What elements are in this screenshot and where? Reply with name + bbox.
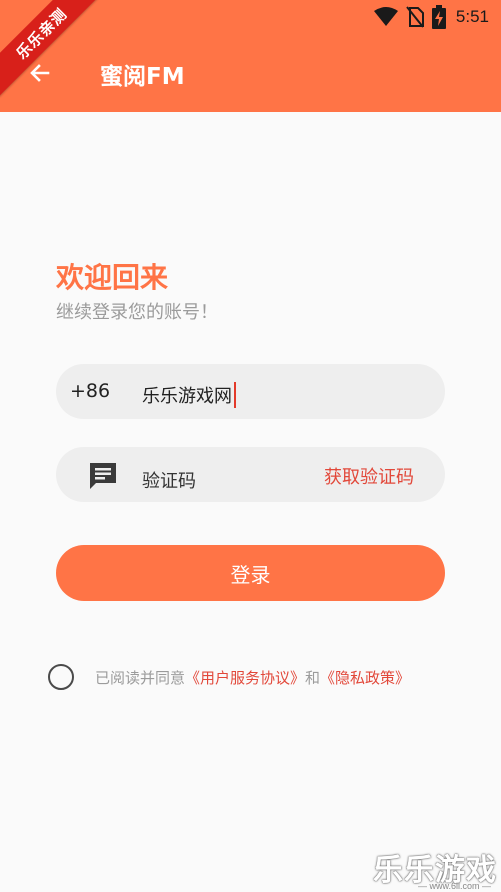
country-code[interactable]: +86 <box>70 380 110 402</box>
app-bar: 蜜阅FM <box>0 33 501 112</box>
wifi-icon <box>373 7 398 27</box>
text-cursor <box>234 382 236 408</box>
login-button[interactable]: 登录 <box>56 545 445 601</box>
get-code-button[interactable]: 获取验证码 <box>324 463 414 489</box>
no-sim-icon <box>406 6 424 28</box>
status-icons: 5:51 <box>373 4 489 30</box>
welcome-subtitle: 继续登录您的账号！ <box>56 302 218 323</box>
arrow-left-icon <box>30 64 50 82</box>
code-input[interactable]: 验证码 <box>142 467 196 493</box>
phone-input-value: 乐乐游戏网 <box>142 386 232 407</box>
status-clock: 5:51 <box>455 7 489 26</box>
welcome-title: 欢迎回来 <box>56 261 169 294</box>
battery-charging-icon <box>431 5 446 29</box>
agreement-and: 和 <box>305 668 321 687</box>
agreement-row: 已阅读并同意《用户服务协议》和《隐私政策》 <box>48 663 410 691</box>
message-icon <box>88 461 118 491</box>
phone-field[interactable]: +86 乐乐游戏网 <box>56 364 445 419</box>
agree-checkbox[interactable] <box>48 664 74 690</box>
phone-input[interactable]: 乐乐游戏网 <box>142 382 236 408</box>
code-field[interactable]: 验证码 获取验证码 <box>56 447 445 502</box>
agreement-text: 已阅读并同意《用户服务协议》和《隐私政策》 <box>95 667 410 688</box>
privacy-policy-link[interactable]: 《隐私政策》 <box>320 669 410 687</box>
user-agreement-link[interactable]: 《用户服务协议》 <box>185 669 305 687</box>
watermark: 乐乐游戏 — www.6ll.com — <box>373 845 497 891</box>
agreement-prefix: 已阅读并同意 <box>95 668 186 687</box>
app-title: 蜜阅FM <box>100 64 185 90</box>
watermark-url: — www.6ll.com — <box>417 881 491 891</box>
